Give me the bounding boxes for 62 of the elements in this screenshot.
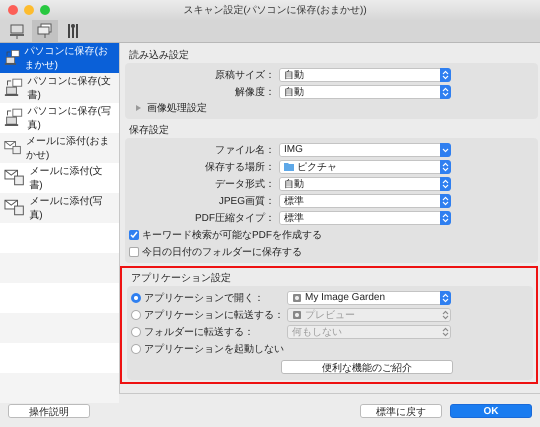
sidebar-item[interactable]: パソコンに保存(写真) [0,103,119,133]
computer-document-icon [4,77,24,99]
disclosure-triangle-icon [135,105,141,111]
stepper-arrows-icon [442,196,449,206]
checkbox[interactable] [129,246,139,256]
toolbar-tab[interactable] [32,20,58,42]
computer-icon [9,23,25,39]
reset-button[interactable]: 標準に戻す [360,404,442,418]
field-label: 原稿サイズ： [214,68,276,82]
close-button[interactable] [8,5,18,15]
dropdown[interactable]: 標準 [279,194,451,208]
field-label: ファイル名： [214,144,276,156]
stepper-arrows-icon [442,86,449,96]
radio-label: フォルダーに転送する： [144,326,254,338]
minimize-button[interactable] [24,5,34,15]
stepper-arrows-icon [442,310,449,320]
field-label: 解像度： [234,86,276,98]
sidebar-item[interactable]: パソコンに保存(文書) [0,73,119,103]
folder-icon [284,162,294,171]
app-icon [292,310,302,320]
radio-label: アプリケーションに転送する： [144,308,284,322]
dropdown[interactable]: 標準 [279,210,451,224]
stepper-arrows-icon [442,162,449,172]
features-button[interactable]: 便利な機能のご紹介 [281,360,453,374]
field-label: JPEG画質： [218,194,276,208]
sidebar-item[interactable]: メールに添付(おまかせ) [0,133,119,163]
sidebar-item[interactable]: メールに添付(写真) [0,193,119,223]
section-title: 読み込み設定 [128,48,190,63]
radio-label: アプリケーションを起動しない [144,342,284,356]
dropdown[interactable]: My Image Garden [287,290,451,304]
stepper-arrows-icon [442,292,449,302]
window-title: スキャン設定(パソコンに保存(おまかせ)) [182,4,368,17]
combo-box[interactable]: IMG [279,142,451,156]
checkbox-label: 今日の日付のフォルダーに保存する [142,246,302,258]
dropdown[interactable]: ピクチャ [279,160,451,174]
disclosure-toggle[interactable]: 画像処理設定 [129,100,534,116]
tools-icon [65,23,81,39]
radio-label: アプリケーションで開く： [144,292,264,304]
checkbox-label: キーワード検索が可能なPDFを作成する [142,228,322,242]
sidebar-item[interactable]: メールに添付(文書) [0,163,119,193]
ok-button[interactable]: OK [450,404,532,418]
app-icon [292,292,302,302]
section-title: アプリケーション設定 [130,272,232,286]
dropdown[interactable]: 自動 [279,84,451,98]
field-label: データ形式： [214,178,276,190]
help-button[interactable]: 操作説明 [8,404,90,418]
section-title: 保存設定 [128,124,170,138]
zoom-button[interactable] [40,5,50,15]
field-label: PDF圧縮タイプ： [194,212,276,224]
dropdown[interactable]: 自動 [279,68,451,82]
stepper-arrows-icon [442,178,449,188]
computer-document-icon [4,107,24,129]
field-label: 保存する場所： [204,160,276,174]
stepper-arrows-icon [442,326,449,336]
sidebar-item[interactable]: パソコンに保存(おまかせ) [0,43,119,73]
stepper-arrows-icon [442,212,449,222]
checkbox[interactable] [129,230,139,240]
stepper-arrows-icon [442,70,449,80]
radio-button[interactable] [131,344,141,354]
radio-button[interactable] [131,292,141,302]
dropdown[interactable]: 自動 [279,176,451,190]
checkmark-icon [130,230,138,238]
